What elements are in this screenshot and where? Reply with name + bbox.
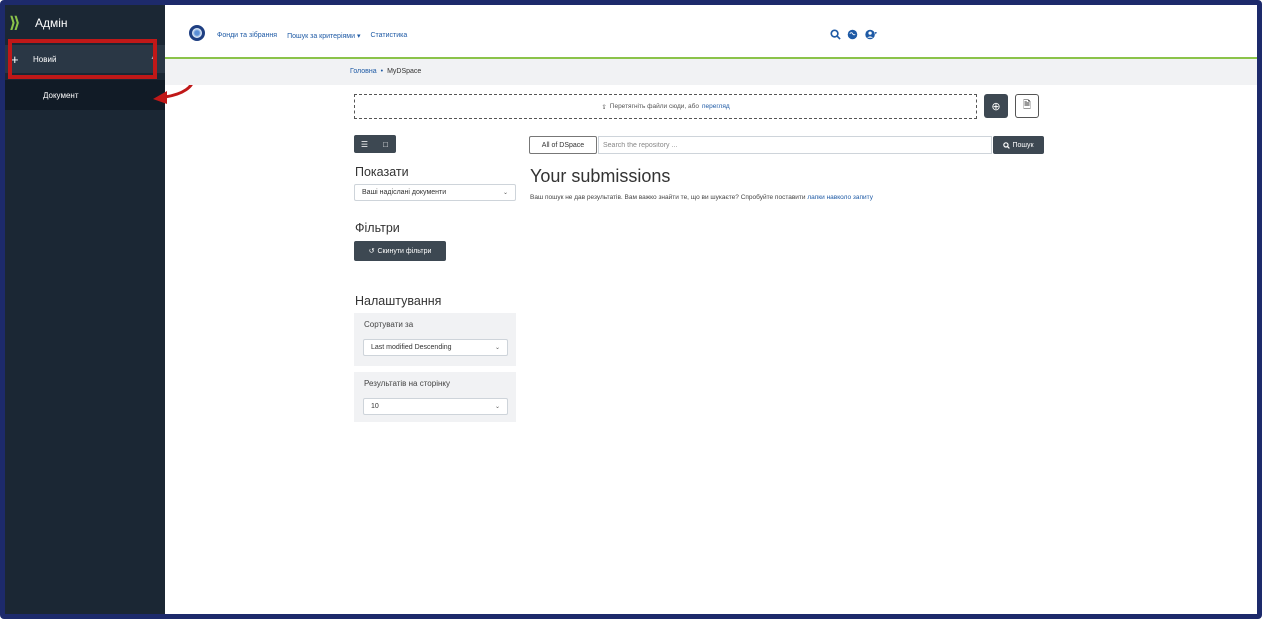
plus-circle-icon: ⊕ (991, 100, 1001, 113)
import-button[interactable]: 🗎 (1015, 94, 1039, 118)
settings-heading: Налаштування (355, 294, 442, 308)
file-import-icon: 🗎 (1022, 99, 1032, 111)
sort-select[interactable]: Last modified Descending ⌄ (363, 339, 508, 356)
file-dropzone[interactable]: ⇪ Перетягніть файли сюди, або перегляд (354, 94, 977, 119)
app-frame: ⟫ Адмін + Новий ▲ Документ Фонди та зібр… (0, 0, 1262, 619)
breadcrumb-separator: • (380, 68, 384, 75)
dropzone-text: Перетягніть файли сюди, або (609, 103, 699, 110)
quotes-hint-link[interactable]: лапки навколо запиту (807, 194, 873, 201)
no-results-text: Ваш пошук не дав результатів. Вам важко … (530, 194, 806, 201)
browse-link[interactable]: перегляд (702, 103, 730, 110)
repository-logo[interactable] (189, 25, 205, 41)
configuration-select-value: Ваші надіслані документи (362, 189, 447, 196)
reset-filters-button[interactable]: ↺ Скинути фільтри (354, 241, 446, 261)
undo-icon: ↺ (368, 248, 375, 255)
sidebar-subitem-document-label: Документ (43, 90, 79, 100)
sidebar-subitem-document[interactable]: Документ (5, 80, 165, 110)
new-submission-button[interactable]: ⊕ (984, 94, 1008, 118)
nav-item-statistics[interactable]: Статистика (370, 32, 407, 40)
chevron-down-icon: ⌄ (502, 190, 508, 196)
sort-label: Сортувати за (364, 320, 414, 329)
breadcrumb-bar: Головна • MyDSpace (165, 59, 1257, 85)
search-input[interactable] (598, 136, 992, 154)
search-button-label: Пошук (1012, 141, 1034, 149)
nav-item-collections[interactable]: Фонди та зібрання (217, 32, 277, 40)
svg-text:▾: ▾ (875, 31, 878, 36)
show-heading: Показати (355, 165, 409, 179)
sidebar-toggle-icon[interactable]: ⟫ (9, 13, 25, 33)
globe-icon[interactable] (847, 29, 858, 40)
sort-select-value: Last modified Descending (371, 344, 452, 351)
search-scope-button[interactable]: All of DSpace (529, 136, 597, 154)
search-button[interactable]: Пошук (993, 136, 1044, 154)
view-mode-toggle: ☰ □ (354, 135, 396, 153)
main-nav: Фонди та зібрання Пошук за критеріями ▾ … (217, 32, 407, 40)
list-view-icon[interactable]: ☰ (354, 135, 375, 153)
chevron-down-icon: ⌄ (494, 404, 500, 410)
grid-view-icon[interactable]: □ (375, 135, 396, 153)
nav-item-advanced-search[interactable]: Пошук за критеріями ▾ (287, 32, 360, 40)
header-actions: ▾ (830, 29, 878, 40)
search-icon[interactable] (830, 29, 841, 40)
user-menu-icon[interactable]: ▾ (864, 29, 878, 40)
reset-filters-label: Скинути фільтри (377, 247, 432, 255)
breadcrumb-current: MyDSpace (387, 68, 422, 75)
upload-icon: ⇪ (601, 103, 607, 111)
results-heading: Your submissions (530, 166, 671, 186)
breadcrumb: Головна • MyDSpace (350, 68, 421, 75)
filters-heading: Фільтри (355, 221, 400, 235)
admin-sidebar: ⟫ Адмін + Новий ▲ Документ (5, 5, 165, 614)
no-results-message: Ваш пошук не дав результатів. Вам важко … (530, 194, 873, 201)
breadcrumb-home[interactable]: Головна (350, 68, 377, 75)
chevron-down-icon: ⌄ (494, 345, 500, 351)
rpp-select[interactable]: 10 ⌄ (363, 398, 508, 415)
search-icon (1003, 141, 1011, 149)
rpp-select-value: 10 (371, 403, 379, 410)
sidebar-header[interactable]: ⟫ Адмін (5, 5, 165, 41)
configuration-select[interactable]: Ваші надіслані документи ⌄ (354, 184, 516, 201)
highlight-box (8, 39, 157, 79)
rpp-label: Результатів на сторінку (364, 379, 450, 388)
sidebar-title: Адмін (35, 16, 68, 30)
